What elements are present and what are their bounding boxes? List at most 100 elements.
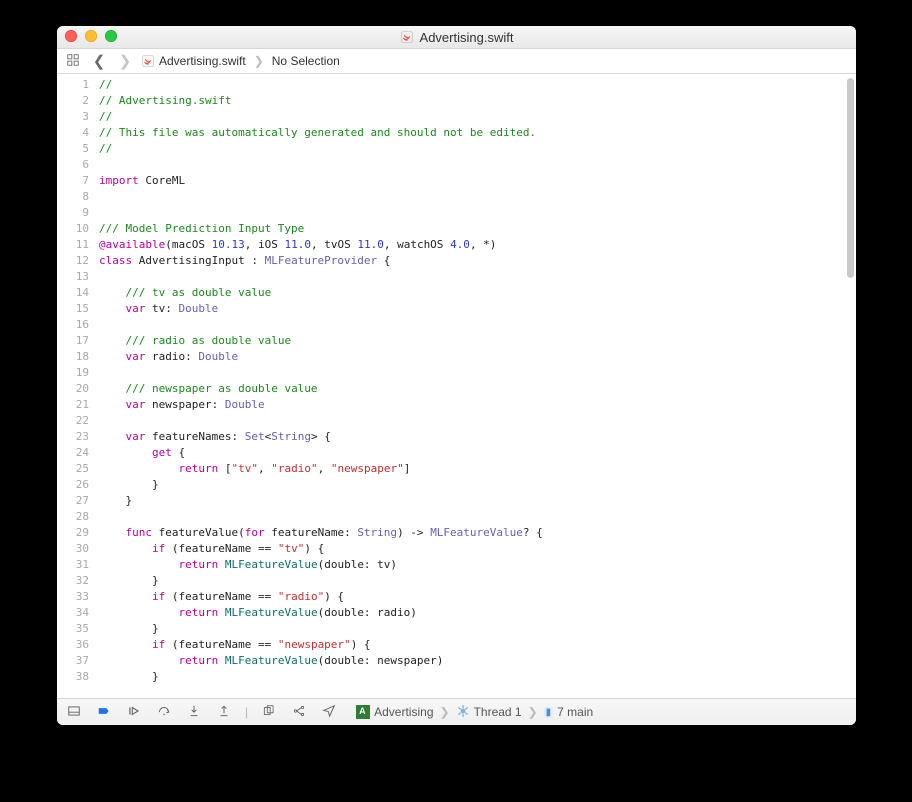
xcode-window: Advertising.swift ❮ ❯ Advertising.swift … <box>57 26 856 725</box>
code-line[interactable]: if (featureName == "newspaper") { <box>99 637 856 653</box>
line-number: 30 <box>57 541 89 557</box>
line-number: 16 <box>57 317 89 333</box>
code-line[interactable]: if (featureName == "tv") { <box>99 541 856 557</box>
traffic-lights <box>65 30 117 42</box>
back-button[interactable]: ❮ <box>89 52 109 70</box>
code-line[interactable]: var newspaper: Double <box>99 397 856 413</box>
code-line[interactable]: return ["tv", "radio", "newspaper"] <box>99 461 856 477</box>
window-title: Advertising.swift <box>400 30 514 45</box>
process-name: Advertising <box>374 705 433 719</box>
step-into-button[interactable] <box>185 704 203 721</box>
line-number: 33 <box>57 589 89 605</box>
line-number: 22 <box>57 413 89 429</box>
source-editor[interactable]: 1234567891011121314151617181920212223242… <box>57 74 856 698</box>
code-line[interactable]: } <box>99 477 856 493</box>
line-number: 15 <box>57 301 89 317</box>
code-line[interactable]: get { <box>99 445 856 461</box>
code-line[interactable]: /// Model Prediction Input Type <box>99 221 856 237</box>
debug-bar: | Advertising ❯ Thread 1 ❯ ▮ 7 main <box>57 698 856 725</box>
code-line[interactable] <box>99 509 856 525</box>
code-line[interactable] <box>99 317 856 333</box>
code-line[interactable]: // <box>99 109 856 125</box>
line-number: 19 <box>57 365 89 381</box>
code-line[interactable] <box>99 269 856 285</box>
line-number: 8 <box>57 189 89 205</box>
code-line[interactable]: /// radio as double value <box>99 333 856 349</box>
code-line[interactable]: var radio: Double <box>99 349 856 365</box>
line-number: 11 <box>57 237 89 253</box>
code-line[interactable] <box>99 205 856 221</box>
code-line[interactable]: /// tv as double value <box>99 285 856 301</box>
swift-file-icon <box>400 30 414 44</box>
line-number: 10 <box>57 221 89 237</box>
breadcrumb-file[interactable]: Advertising.swift <box>141 54 246 68</box>
line-number: 14 <box>57 285 89 301</box>
forward-button[interactable]: ❯ <box>115 52 135 70</box>
app-icon <box>356 705 370 719</box>
line-number: 20 <box>57 381 89 397</box>
code-line[interactable]: if (featureName == "radio") { <box>99 589 856 605</box>
zoom-window-button[interactable] <box>105 30 117 42</box>
code-line[interactable] <box>99 157 856 173</box>
debug-process-crumbs[interactable]: Advertising ❯ Thread 1 ❯ ▮ 7 main <box>356 704 593 721</box>
code-line[interactable]: } <box>99 573 856 589</box>
related-items-button[interactable] <box>63 53 83 70</box>
simulate-location-button[interactable] <box>320 704 338 721</box>
line-number: 17 <box>57 333 89 349</box>
continue-button[interactable] <box>125 704 143 721</box>
vertical-scrollbar[interactable] <box>847 78 854 278</box>
code-line[interactable]: // This file was automatically generated… <box>99 125 856 141</box>
debug-view-hierarchy-button[interactable] <box>260 704 278 721</box>
code-line[interactable]: var featureNames: Set<String> { <box>99 429 856 445</box>
code-line[interactable]: // <box>99 77 856 93</box>
line-number: 13 <box>57 269 89 285</box>
line-number: 26 <box>57 477 89 493</box>
line-number: 29 <box>57 525 89 541</box>
line-number: 12 <box>57 253 89 269</box>
code-line[interactable]: var tv: Double <box>99 301 856 317</box>
code-line[interactable]: @available(macOS 10.13, iOS 11.0, tvOS 1… <box>99 237 856 253</box>
line-number: 7 <box>57 173 89 189</box>
code-line[interactable]: return MLFeatureValue(double: newspaper) <box>99 653 856 669</box>
toggle-breakpoints-button[interactable] <box>95 704 113 721</box>
chevron-right-icon: ❯ <box>526 705 540 719</box>
code-line[interactable]: return MLFeatureValue(double: radio) <box>99 605 856 621</box>
step-over-button[interactable] <box>155 704 173 721</box>
code-line[interactable]: } <box>99 493 856 509</box>
code-line[interactable]: return MLFeatureValue(double: tv) <box>99 557 856 573</box>
line-number: 31 <box>57 557 89 573</box>
code-line[interactable]: // <box>99 141 856 157</box>
debug-memory-graph-button[interactable] <box>290 704 308 721</box>
titlebar: Advertising.swift <box>57 26 856 49</box>
line-number: 18 <box>57 349 89 365</box>
thread-icon <box>456 704 470 721</box>
close-window-button[interactable] <box>65 30 77 42</box>
code-line[interactable] <box>99 365 856 381</box>
line-number: 24 <box>57 445 89 461</box>
hide-debug-area-button[interactable] <box>65 704 83 721</box>
code-line[interactable]: } <box>99 621 856 637</box>
line-number: 28 <box>57 509 89 525</box>
line-number: 37 <box>57 653 89 669</box>
code-line[interactable]: /// newspaper as double value <box>99 381 856 397</box>
swift-file-icon <box>141 54 155 68</box>
breadcrumb-selection[interactable]: No Selection <box>272 54 340 68</box>
code-line[interactable]: func featureValue(for featureName: Strin… <box>99 525 856 541</box>
line-number: 38 <box>57 669 89 685</box>
line-number: 21 <box>57 397 89 413</box>
step-out-button[interactable] <box>215 704 233 721</box>
window-title-text: Advertising.swift <box>420 30 514 45</box>
line-number: 9 <box>57 205 89 221</box>
line-number: 34 <box>57 605 89 621</box>
code-line[interactable]: import CoreML <box>99 173 856 189</box>
code-line[interactable] <box>99 189 856 205</box>
code-line[interactable]: } <box>99 669 856 685</box>
code-line[interactable]: class AdvertisingInput : MLFeatureProvid… <box>99 253 856 269</box>
line-number: 35 <box>57 621 89 637</box>
code-area[interactable]: //// Advertising.swift//// This file was… <box>95 74 856 698</box>
minimize-window-button[interactable] <box>85 30 97 42</box>
code-line[interactable]: // Advertising.swift <box>99 93 856 109</box>
code-line[interactable] <box>99 413 856 429</box>
line-number: 1 <box>57 77 89 93</box>
breadcrumb-file-name: Advertising.swift <box>159 54 246 68</box>
